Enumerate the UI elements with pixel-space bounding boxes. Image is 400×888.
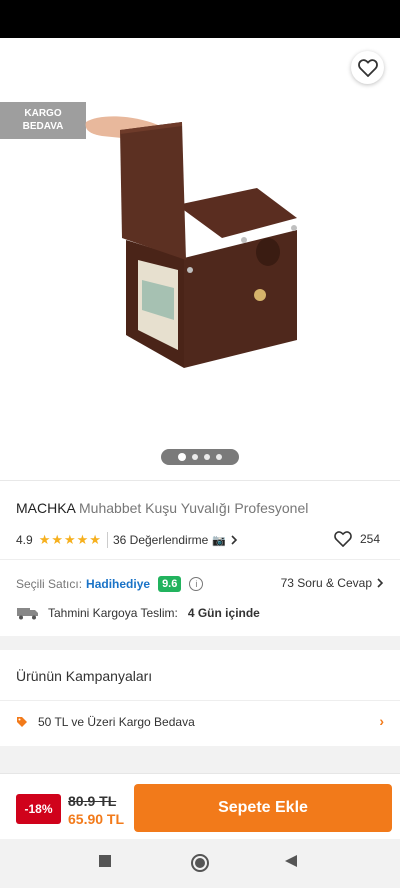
campaign-label: 50 TL ve Üzeri Kargo Bedava: [38, 715, 195, 729]
share-icon: [305, 57, 323, 77]
product-title: MACHKA Muhabbet Kuşu Yuvalığı Profesyone…: [16, 500, 308, 516]
product-name: Muhabbet Kuşu Yuvalığı Profesyonel: [79, 500, 309, 516]
likes-counter[interactable]: 254: [334, 531, 380, 547]
gallery-pagination[interactable]: [161, 449, 239, 465]
gallery-dot[interactable]: [178, 453, 186, 461]
delivery-row: Tahmini Kargoya Teslim: 4 Gün içinde: [16, 604, 260, 622]
back-button[interactable]: [12, 52, 46, 82]
gallery-dot[interactable]: [204, 454, 210, 460]
camera-icon: 📷: [212, 534, 227, 547]
info-icon[interactable]: i: [189, 577, 204, 591]
delivery-label: Tahmini Kargoya Teslim:: [48, 606, 178, 620]
add-to-cart-bar: -18% 80.9 TL 65.90 TL Sepete Ekle: [0, 773, 400, 839]
section-gap: [0, 746, 400, 773]
tag-icon: [17, 717, 27, 727]
nav-home-button[interactable]: [190, 853, 210, 873]
campaign-item[interactable]: 50 TL ve Üzeri Kargo Bedava ›: [16, 712, 384, 732]
share-button[interactable]: [298, 52, 330, 82]
favorite-button[interactable]: [351, 51, 384, 84]
rating-value: 4.9: [16, 533, 33, 547]
gallery-dot[interactable]: [216, 454, 222, 460]
truck-icon: [17, 608, 38, 620]
product-photo: [85, 116, 297, 368]
qa-label: 73 Soru & Cevap: [280, 576, 372, 590]
section-gap: [0, 636, 400, 650]
campaigns-title: Ürünün Kampanyaları: [16, 668, 153, 684]
free-shipping-badge: KARGO BEDAVA: [0, 102, 86, 139]
heart-icon: [357, 58, 378, 77]
campaigns-section: Ürünün Kampanyaları 50 TL ve Üzeri Kargo…: [0, 650, 400, 746]
reviews-link[interactable]: 36 Değerlendirme 📷: [113, 533, 238, 547]
arrow-left-icon: [20, 59, 38, 75]
divider: [106, 532, 108, 548]
nav-back-button[interactable]: [284, 854, 298, 868]
gallery-dot[interactable]: [192, 454, 198, 460]
square-icon: [99, 855, 111, 867]
badge-line-2: BEDAVA: [22, 121, 64, 132]
discount-badge: -18%: [16, 794, 61, 824]
old-price: 80.9 TL: [68, 793, 117, 809]
current-price: 65.90 TL: [68, 811, 125, 827]
seller-label: Seçili Satıcı:: [16, 577, 83, 591]
triangle-back-icon: [285, 855, 297, 867]
product-brand[interactable]: MACHKA: [16, 500, 75, 516]
add-to-cart-button[interactable]: Sepete Ekle: [134, 784, 392, 832]
chevron-right-icon: [231, 535, 238, 545]
system-nav-bar: [0, 839, 400, 888]
badge-line-1: KARGO: [24, 108, 62, 119]
heart-icon: [334, 531, 352, 547]
divider: [0, 700, 400, 701]
delivery-value: 4 Gün içinde: [187, 606, 260, 620]
product-info: MACHKA Muhabbet Kuşu Yuvalığı Profesyone…: [0, 480, 400, 636]
rating-row: 4.9 ★★★★★ 36 Değerlendirme 📷 254: [16, 531, 384, 549]
rating-stars: ★★★★★: [38, 532, 102, 547]
circle-icon: [191, 854, 209, 872]
divider: [0, 559, 400, 560]
seller-name[interactable]: Hadihediye: [86, 577, 150, 591]
seller-score-badge: 9.6: [158, 576, 182, 592]
seller-row: Seçili Satıcı: Hadihediye 9.6 i 73 Soru …: [16, 574, 384, 594]
chevron-right-icon: ›: [379, 713, 384, 729]
nav-recent-button[interactable]: [98, 854, 112, 868]
chevron-right-icon: [377, 578, 384, 588]
questions-answers-link[interactable]: 73 Soru & Cevap: [281, 576, 384, 590]
product-image-gallery[interactable]: KARGO BEDAVA: [0, 38, 400, 480]
status-bar: [0, 0, 400, 38]
likes-count: 254: [359, 532, 380, 546]
reviews-count: 36 Değerlendirme: [112, 533, 209, 547]
